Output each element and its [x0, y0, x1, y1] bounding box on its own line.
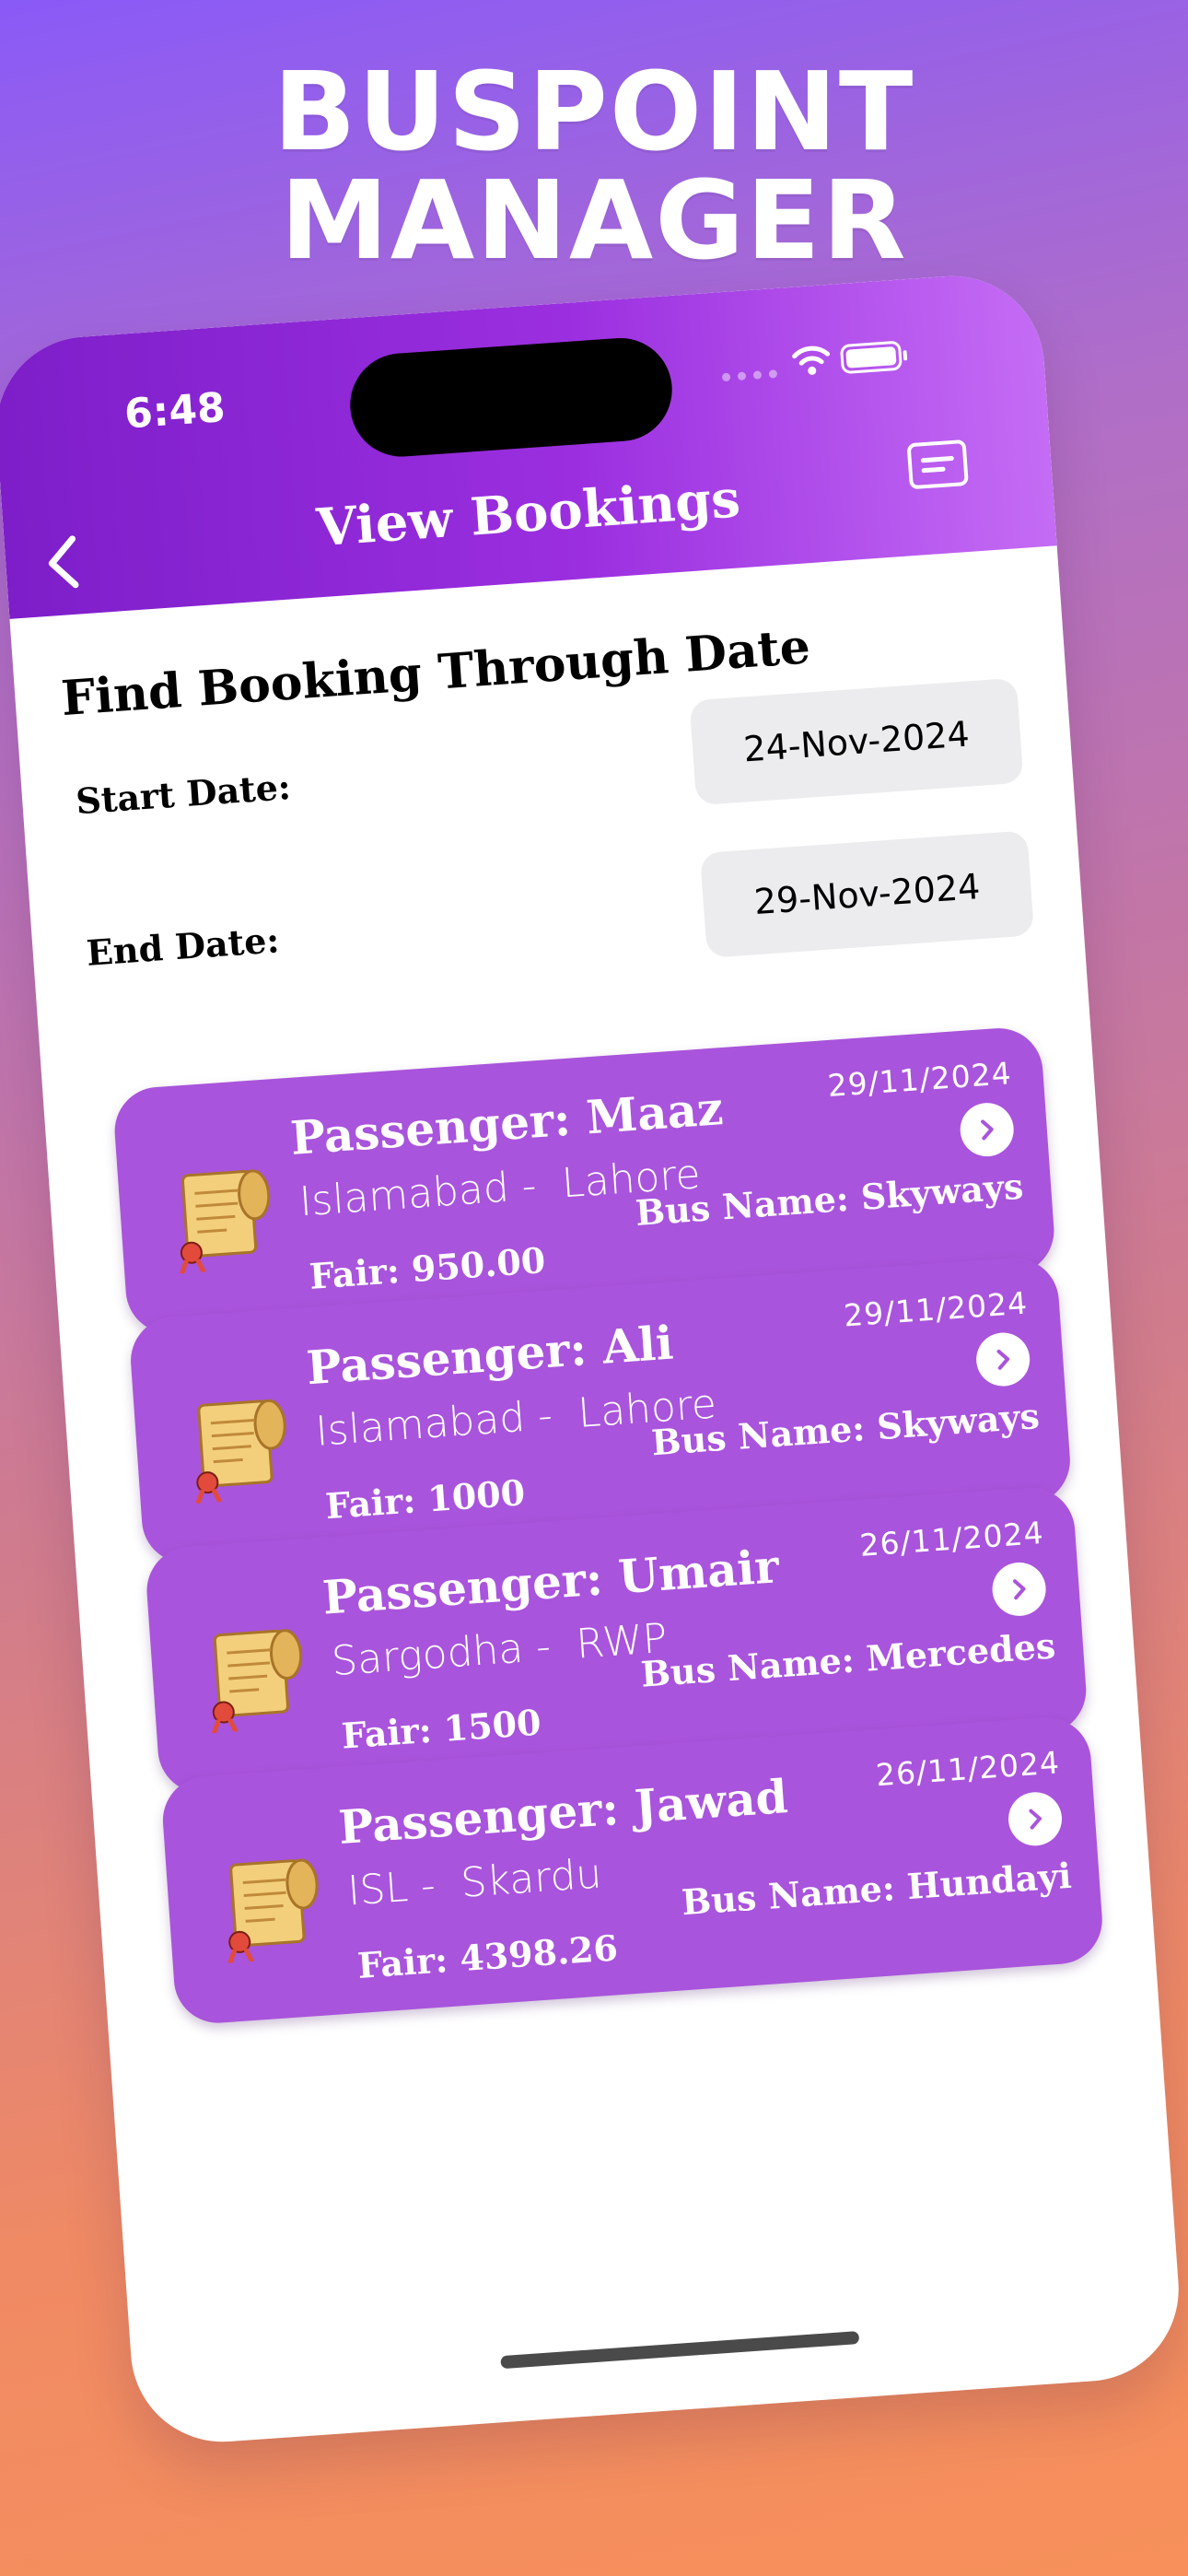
- route: Sargodha - RWP: [330, 1614, 670, 1686]
- chevron-right-icon[interactable]: [974, 1330, 1032, 1388]
- route-from: Islamabad: [314, 1393, 527, 1456]
- id-card-icon[interactable]: [906, 439, 969, 490]
- bus-name: Bus Name: Hundayi: [680, 1854, 1073, 1924]
- end-date-picker[interactable]: 29-Nov-2024: [700, 830, 1035, 958]
- bus-name: Bus Name: Mercedes: [639, 1624, 1057, 1695]
- wifi-icon: [792, 345, 831, 375]
- route-from: Sargodha: [330, 1624, 525, 1686]
- phone-screen: 6:48 View Bookings Find Booking Through …: [0, 270, 1185, 2448]
- passenger-name: Passenger: Umair: [320, 1539, 781, 1625]
- fare-amount: Fair: 1000: [323, 1471, 527, 1528]
- chevron-right-icon[interactable]: [990, 1560, 1048, 1618]
- dynamic-island: [346, 334, 676, 461]
- scroll-icon: [180, 1169, 271, 1275]
- passenger-name: Passenger: Ali: [304, 1315, 675, 1396]
- start-date-label: Start Date:: [74, 766, 293, 823]
- booking-date: 29/11/2024: [826, 1055, 1013, 1105]
- booking-date: 29/11/2024: [842, 1284, 1030, 1334]
- nav-header: 6:48 View Bookings: [0, 270, 1057, 619]
- signal-icon: [721, 369, 778, 382]
- booking-date: 26/11/2024: [874, 1744, 1062, 1794]
- scroll-icon: [195, 1399, 286, 1505]
- start-date-picker[interactable]: 24-Nov-2024: [689, 677, 1024, 806]
- booking-date: 26/11/2024: [858, 1514, 1045, 1563]
- passenger-name: Passenger: Jawad: [336, 1769, 790, 1856]
- battery-icon: [839, 340, 903, 375]
- route-to: Skardu: [459, 1850, 603, 1907]
- scroll-icon: [227, 1858, 319, 1964]
- scroll-icon: [211, 1629, 303, 1735]
- route: ISL - Skardu: [345, 1850, 603, 1915]
- route-from: Islamabad: [297, 1164, 511, 1226]
- route-from: ISL: [345, 1864, 410, 1915]
- chevron-right-icon[interactable]: [958, 1101, 1016, 1159]
- fare-amount: Fair: 4398.26: [355, 1926, 620, 1986]
- status-time: 6:48: [122, 383, 227, 439]
- app-banner-title: BUSPOINT MANAGER: [273, 48, 915, 284]
- home-indicator[interactable]: [500, 2331, 860, 2370]
- fare-amount: Fair: 950.00: [308, 1238, 547, 1297]
- end-date-label: End Date:: [85, 919, 281, 974]
- fare-amount: Fair: 1500: [340, 1701, 542, 1757]
- chevron-right-icon[interactable]: [1007, 1790, 1064, 1848]
- page-title: View Bookings: [314, 468, 742, 559]
- phone-frame: 6:48 View Bookings Find Booking Through …: [0, 270, 1185, 2448]
